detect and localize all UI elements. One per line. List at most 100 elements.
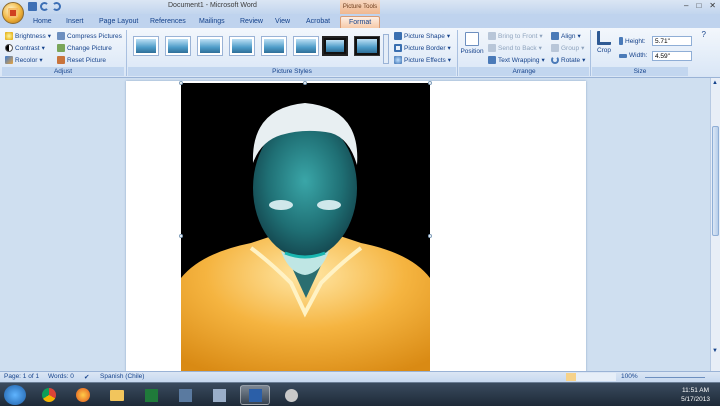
scroll-up-icon[interactable]: ▲ [712,80,718,86]
office-button[interactable] [2,2,24,24]
tab-view[interactable]: View [275,16,290,28]
send-to-back-button[interactable]: Send to Back ▾ [488,44,542,52]
border-icon [394,44,402,52]
gallery-scroll[interactable] [383,34,389,64]
recolor-button[interactable]: Recolor ▾ [5,56,43,64]
taskbar-chrome[interactable] [34,385,64,405]
bring-to-front-button[interactable]: Bring to Front ▾ [488,32,543,40]
minimize-icon[interactable]: – [684,1,688,10]
tab-format[interactable]: Format [340,16,381,28]
group-separator [457,30,458,76]
tab-references[interactable]: References [150,16,186,28]
system-tray[interactable]: 11:51 AM 5/17/2013 [681,386,710,404]
resize-handle[interactable] [303,81,307,85]
tab-acrobat[interactable]: Acrobat [306,16,330,28]
taskbar-app[interactable] [276,385,306,405]
quick-access-toolbar [28,2,61,11]
picture-border-button[interactable]: Picture Border ▾ [394,44,451,52]
style-thumbnail[interactable] [197,36,223,56]
redo-icon[interactable] [52,2,61,11]
height-icon [619,37,623,45]
style-thumbnail[interactable] [354,36,380,56]
close-icon[interactable]: ✕ [709,1,716,10]
width-icon [619,53,627,58]
save-icon[interactable] [28,2,37,11]
chrome-icon [42,388,56,402]
change-picture-button[interactable]: Change Picture [57,44,112,52]
height-field[interactable]: 5.71" [652,36,692,46]
group-label-arrange: Arrange [459,67,589,76]
rotate-button[interactable]: Rotate ▾ [551,56,585,64]
selected-picture[interactable] [181,83,430,371]
style-thumbnail[interactable] [229,36,255,56]
taskbar-firefox[interactable] [68,385,98,405]
office-logo-icon [8,8,18,18]
taskbar-app[interactable] [170,385,200,405]
clock-date: 5/17/2013 [681,396,710,403]
word-count[interactable]: Words: 0 [48,373,74,380]
language-indicator[interactable]: Spanish (Chile) [100,373,144,380]
tab-insert[interactable]: Insert [66,16,84,28]
height-label: Height: [619,37,646,45]
picture-effects-button[interactable]: Picture Effects ▾ [394,56,451,64]
start-button[interactable] [4,385,26,405]
proofing-icon[interactable]: ✔ [84,373,89,381]
group-button[interactable]: Group ▾ [551,44,584,52]
style-thumbnail-selected[interactable] [322,36,348,56]
zoom-slider[interactable] [645,377,705,378]
app-icon [178,388,192,402]
style-thumbnail[interactable] [293,36,319,56]
text-wrapping-button[interactable]: Text Wrapping ▾ [488,56,545,64]
position-icon [465,32,479,46]
undo-icon[interactable] [40,2,49,11]
taskbar-explorer[interactable] [102,385,132,405]
taskbar: 11:51 AM 5/17/2013 [0,382,720,406]
zoom-level[interactable]: 100% [621,373,638,380]
style-thumbnail[interactable] [165,36,191,56]
group-label-picture-styles: Picture Styles [128,67,456,76]
tab-mailings[interactable]: Mailings [199,16,225,28]
align-button[interactable]: Align ▾ [551,32,581,40]
compress-icon [57,32,65,40]
excel-icon [144,388,158,402]
clock-time: 11:51 AM [682,387,710,394]
recolor-icon [5,56,13,64]
width-field[interactable]: 4.59" [652,51,692,61]
brightness-icon [5,32,13,40]
crop-button[interactable]: Crop [594,31,614,54]
view-buttons[interactable] [566,373,616,381]
scroll-thumb[interactable] [712,126,719,236]
reset-picture-button[interactable]: Reset Picture [57,56,106,64]
compress-pictures-button[interactable]: Compress Pictures [57,32,122,40]
window-controls: – □ ✕ [684,1,716,10]
taskbar-excel[interactable] [136,385,166,405]
portrait-image [181,103,430,371]
taskbar-app[interactable] [204,385,234,405]
tab-page-layout[interactable]: Page Layout [99,16,138,28]
bring-front-icon [488,32,496,40]
brightness-button[interactable]: Brightness ▾ [5,32,51,40]
picture-tools-title: Picture Tools [340,0,380,14]
style-thumbnail[interactable] [133,36,159,56]
tab-review[interactable]: Review [240,16,263,28]
vertical-scrollbar[interactable]: ▲ ▼ [710,78,720,371]
position-button[interactable]: Position [460,32,484,55]
contrast-button[interactable]: Contrast ▾ [5,44,45,52]
tab-home[interactable]: Home [33,16,52,28]
status-bar: Page: 1 of 1 Words: 0 ✔ Spanish (Chile) … [0,371,720,382]
resize-handle[interactable] [428,81,432,85]
maximize-icon[interactable]: □ [696,1,701,10]
shape-icon [394,32,402,40]
style-thumbnail[interactable] [261,36,287,56]
page-count[interactable]: Page: 1 of 1 [4,373,39,380]
send-back-icon [488,44,496,52]
resize-handle[interactable] [428,234,432,238]
change-picture-icon [57,44,65,52]
taskbar-word[interactable] [240,385,270,405]
resize-handle[interactable] [179,234,183,238]
scroll-down-icon[interactable]: ▼ [712,348,718,354]
picture-shape-button[interactable]: Picture Shape ▾ [394,32,450,40]
resize-handle[interactable] [179,81,183,85]
ribbon-tabs: Home Insert Page Layout References Maili… [0,14,720,28]
ribbon-help-icon[interactable]: ? [702,30,706,39]
